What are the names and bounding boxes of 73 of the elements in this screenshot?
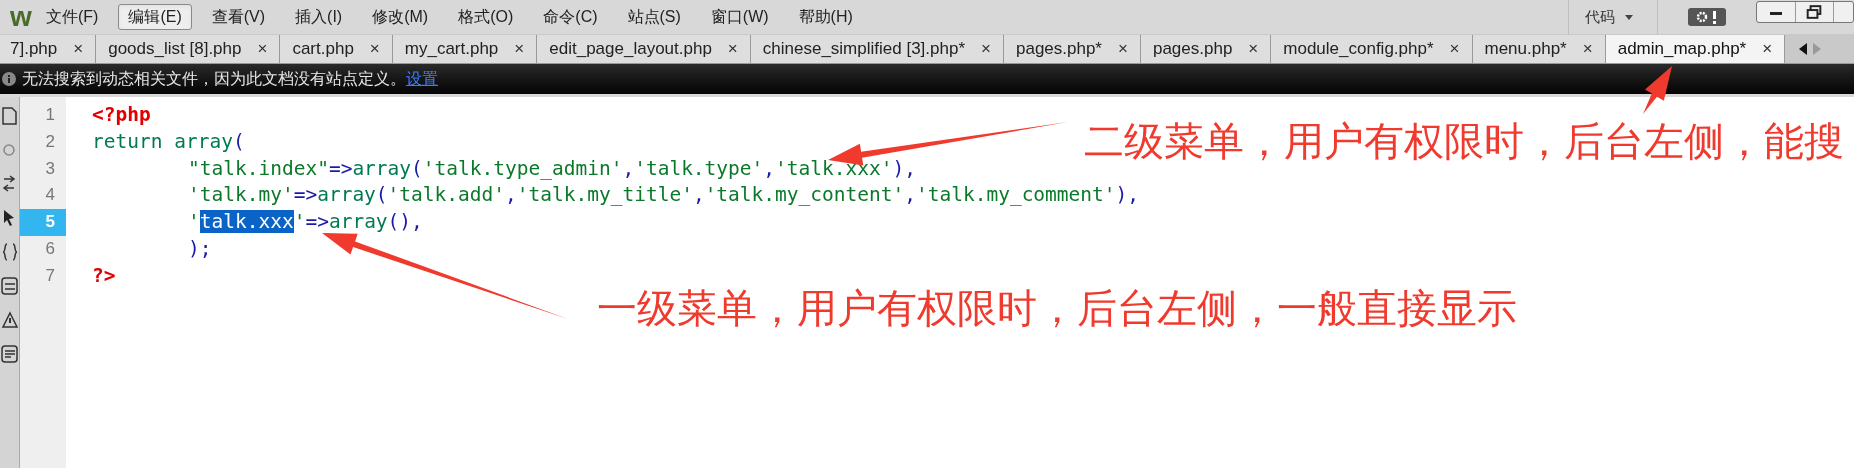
tab-label: module_config.php* (1283, 38, 1434, 61)
line-number: 6 (44, 238, 56, 260)
tab-close-button[interactable]: × (369, 36, 380, 62)
caret-icon (1625, 14, 1633, 20)
toolbar-tool-icon[interactable] (0, 343, 19, 365)
toolbar-tool-icon[interactable] (0, 105, 19, 127)
document-tab[interactable]: goods_list [8].php × (96, 35, 281, 63)
code-line: ?> (92, 262, 116, 289)
annotation-text: 二级菜单，用户有权限时，后台左侧，能搜 (1084, 118, 1844, 164)
line-number: 2 (44, 130, 56, 153)
arrow (1643, 66, 1672, 114)
tab-label: pages.php (1152, 38, 1233, 61)
setup-link[interactable]: 设置 (406, 70, 438, 87)
menu-item[interactable]: 窗口(W) (700, 4, 779, 30)
code-line: 'talk.my'=>array('talk.add','talk.my_title','talk.my_content','talk.my_comment'), (187, 182, 1140, 209)
menu-item[interactable]: 修改(M) (362, 4, 439, 30)
gear-alert-icon[interactable] (1688, 8, 1726, 26)
document-tab[interactable]: edit_page_layout.php × (537, 35, 751, 63)
document-tab[interactable]: module_config.php* × (1271, 35, 1473, 63)
menu-item[interactable]: 插入(I) (285, 4, 353, 30)
info-message: 无法搜索到动态相关文件，因为此文档没有站点定义。 (22, 70, 406, 87)
tab-label: menu.php* (1484, 38, 1567, 61)
code-line: ); (187, 236, 212, 262)
code-line: <?php (92, 102, 151, 128)
document-tab[interactable]: pages.php* × (1003, 35, 1141, 63)
info-icon (2, 72, 16, 86)
tab-close-button[interactable]: × (514, 36, 525, 62)
line-number: 4 (44, 184, 56, 207)
line-number: 5 (20, 209, 66, 236)
tab-label: 7].php (10, 38, 58, 61)
tab-close-button[interactable]: × (1582, 36, 1593, 62)
tab-label: my_cart.php (404, 38, 499, 61)
scroll-left-icon[interactable] (1799, 43, 1808, 55)
annotation-text: 一级菜单，用户有权限时，后台左侧，一般直接显示 (597, 285, 1517, 331)
tab-label: admin_map.php* (1617, 38, 1747, 61)
tab-close-button[interactable]: × (257, 36, 268, 62)
view-dropdown[interactable]: 代码 (1585, 5, 1633, 29)
code-line: return array( (92, 128, 245, 155)
line-number: 7 (44, 264, 56, 287)
document-tab[interactable]: chinese_simplified [3].php* × (750, 35, 1004, 63)
tab-label: chinese_simplified [3].php* (762, 38, 966, 61)
document-tab[interactable]: menu.php* × (1472, 35, 1606, 63)
document-tab[interactable]: pages.php × (1140, 35, 1272, 63)
line-number: 1 (44, 104, 56, 126)
menu-item[interactable]: 命令(C) (533, 4, 608, 30)
tab-close-button[interactable]: × (981, 36, 991, 62)
toolbar-tool-icon[interactable] (0, 275, 19, 297)
tab-close-button[interactable]: × (73, 36, 84, 62)
document-tab[interactable]: cart.php × (280, 35, 393, 63)
menu-item[interactable]: 站点(S) (617, 4, 691, 30)
menu-item[interactable]: 查看(V) (201, 4, 276, 30)
code-line: 'talk.xxx'=>array(), (187, 209, 423, 236)
line-number: 3 (44, 157, 56, 180)
toolbar-tool-icon[interactable] (0, 241, 19, 263)
app-logo: w (9, 3, 33, 31)
tab-close-button[interactable]: × (1248, 36, 1259, 62)
tab-close-button[interactable]: × (1118, 36, 1128, 62)
document-tab[interactable]: my_cart.php × (392, 35, 538, 63)
tab-label: edit_page_layout.php (549, 38, 712, 61)
menu-item[interactable]: 文件(F) (36, 4, 109, 30)
tab-close-button[interactable]: × (1762, 36, 1773, 62)
document-tab[interactable]: admin_map.php* × (1605, 35, 1786, 63)
tab-label: pages.php* (1015, 38, 1102, 61)
tab-label: goods_list [8].php (108, 38, 242, 61)
code-line: "talk.index"=>array('talk.type_admin','talk.type','talk.xxx'), (187, 155, 916, 182)
document-tab[interactable]: 7].php × (0, 35, 97, 63)
menu-item[interactable]: 格式(O) (448, 4, 524, 30)
toolbar-tool-icon[interactable] (0, 309, 19, 331)
menu-item[interactable]: 编辑(E) (118, 4, 192, 30)
tab-label: cart.php (292, 38, 354, 61)
tab-close-button[interactable]: × (727, 36, 738, 62)
menu-item[interactable]: 帮助(H) (788, 4, 863, 30)
tab-close-button[interactable]: × (1449, 36, 1460, 62)
